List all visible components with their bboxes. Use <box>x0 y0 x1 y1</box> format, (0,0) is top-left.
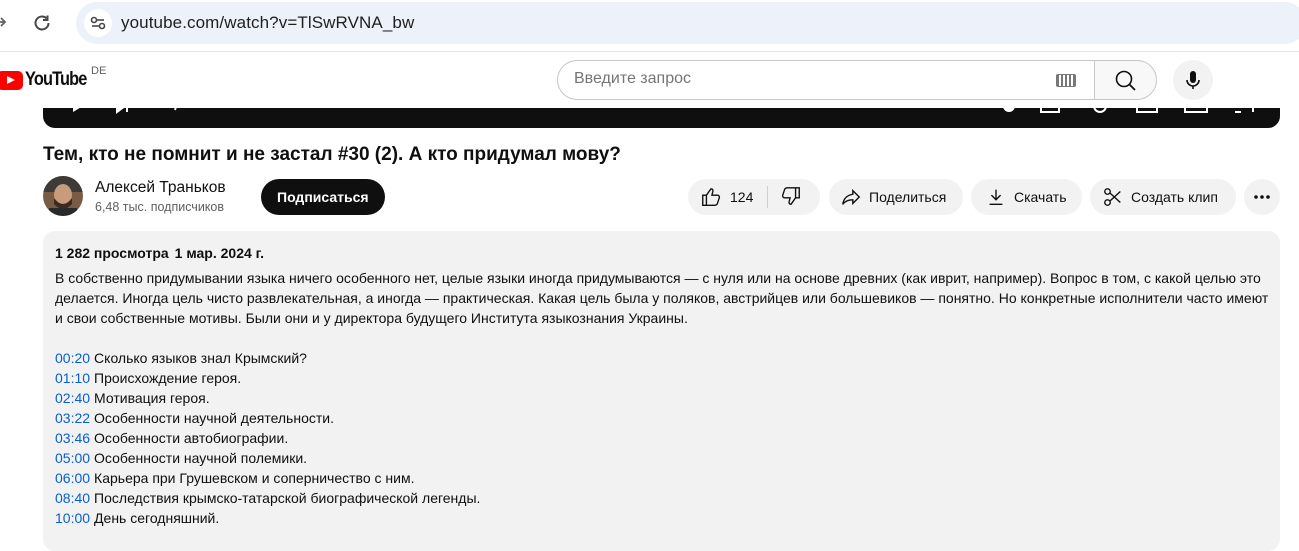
like-count: 124 <box>730 189 754 205</box>
chapter-timestamp-link[interactable]: 03:46 <box>55 430 90 446</box>
dislike-button[interactable] <box>780 185 802 210</box>
clip-label: Создать клип <box>1131 189 1218 205</box>
share-label: Поделиться <box>869 189 947 205</box>
channel-avatar[interactable] <box>43 176 83 216</box>
description-panel[interactable]: 1 282 просмотра 1 мар. 2024 г. В собствен… <box>43 231 1280 551</box>
chapter-title: Мотивация героя. <box>94 390 210 406</box>
more-horizontal-icon <box>1254 195 1270 199</box>
chapter-item: 05:00 Особенности научной полемики. <box>55 448 480 468</box>
chapter-timestamp-link[interactable]: 02:40 <box>55 390 90 406</box>
thumbs-up-icon <box>702 188 721 206</box>
search-icon <box>1115 70 1136 91</box>
chapter-title: День сегодняшний. <box>94 510 220 526</box>
chapter-item: 06:00 Карьера при Грушевском и соперничес… <box>55 468 480 488</box>
like-dislike-group: 124 <box>688 179 820 215</box>
chapter-item: 01:10 Происхождение героя. <box>55 368 480 388</box>
chapter-title: Особенности научной деятельности. <box>94 410 334 426</box>
chapter-timestamp-link[interactable]: 00:20 <box>55 350 90 366</box>
site-settings-icon[interactable] <box>84 9 112 37</box>
chapter-item: 10:00 День сегодняшний. <box>55 508 480 528</box>
voice-search-button[interactable] <box>1173 60 1213 100</box>
chapter-item: 03:22 Особенности научной деятельности. <box>55 408 480 428</box>
publish-date: 1 мар. 2024 г. <box>174 245 264 261</box>
chapter-timestamp-link[interactable]: 05:00 <box>55 450 90 466</box>
chapter-timestamp-link[interactable]: 10:00 <box>55 510 90 526</box>
like-divider <box>767 186 768 208</box>
like-button[interactable]: 124 <box>688 179 753 215</box>
more-actions-button[interactable] <box>1244 179 1280 215</box>
forward-icon[interactable] <box>0 12 10 32</box>
chapter-title: Происхождение героя. <box>94 370 242 386</box>
thumbs-down-icon <box>781 187 800 205</box>
chapter-item: 02:40 Мотивация героя. <box>55 388 480 408</box>
youtube-play-icon <box>0 70 23 90</box>
chapter-timestamp-link[interactable]: 06:00 <box>55 470 90 486</box>
share-icon <box>842 188 861 206</box>
search-button[interactable] <box>1094 60 1157 100</box>
download-label: Скачать <box>1014 189 1067 205</box>
chapter-list: 00:20 Сколько языков знал Крымский? 01:10… <box>55 348 480 528</box>
chapter-item: 08:40 Последствия крымско-татарской биогр… <box>55 488 480 508</box>
address-bar[interactable]: youtube.com/watch?v=TlSwRVNA_bw <box>76 2 1299 44</box>
chapter-timestamp-link[interactable]: 08:40 <box>55 490 90 506</box>
youtube-header: YouTube DE <box>0 52 1299 108</box>
chapter-item: 00:20 Сколько языков знал Крымский? <box>55 348 480 368</box>
chapter-title: Карьера при Грушевском и соперничество с… <box>94 470 415 486</box>
country-code: DE <box>91 65 107 77</box>
chapter-timestamp-link[interactable]: 03:22 <box>55 410 90 426</box>
download-button[interactable]: Скачать <box>971 179 1082 215</box>
chapter-title: Последствия крымско-татарской биографиче… <box>94 490 481 506</box>
chapter-title: Особенности автобиографии. <box>94 430 289 446</box>
keyboard-icon[interactable] <box>1056 74 1076 87</box>
scissors-icon <box>1104 188 1121 206</box>
create-clip-button[interactable]: Создать клип <box>1090 179 1236 215</box>
view-count: 1 282 просмотра <box>55 245 169 261</box>
channel-name[interactable]: Алексей Траньков <box>95 179 226 197</box>
description-text: В собственно придумывании языка ничего о… <box>55 270 1269 326</box>
chapter-title: Особенности научной полемики. <box>94 450 308 466</box>
subscribe-button[interactable]: Подписаться <box>261 179 385 215</box>
logo-text: YouTube <box>25 69 87 90</box>
search-box <box>557 60 1094 100</box>
url-text[interactable]: youtube.com/watch?v=TlSwRVNA_bw <box>121 13 414 33</box>
subscriber-count: 6,48 тыс. подписчиков <box>95 200 225 214</box>
browser-toolbar: youtube.com/watch?v=TlSwRVNA_bw <box>0 0 1299 46</box>
chapter-timestamp-link[interactable]: 01:10 <box>55 370 90 386</box>
share-button[interactable]: Поделиться <box>829 179 963 215</box>
video-title: Тем, кто не помнит и не застал #30 (2). … <box>43 144 621 165</box>
description-meta: 1 282 просмотра 1 мар. 2024 г. <box>55 245 264 261</box>
search-input[interactable] <box>574 70 1034 88</box>
download-icon <box>989 189 1003 206</box>
chapter-item: 03:46 Особенности автобиографии. <box>55 428 480 448</box>
reload-icon[interactable] <box>30 11 54 35</box>
microphone-icon <box>1186 71 1200 89</box>
youtube-logo[interactable]: YouTube <box>0 69 96 91</box>
chapter-title: Сколько языков знал Крымский? <box>94 350 307 366</box>
